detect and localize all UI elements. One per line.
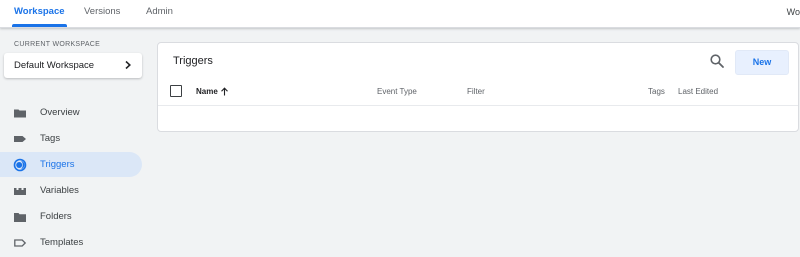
tab-admin[interactable]: Admin	[146, 0, 173, 27]
current-workspace-label: CURRENT WORKSPACE	[14, 41, 101, 48]
column-header-filter[interactable]: Filter	[467, 83, 485, 100]
workspace-selector[interactable]: Default Workspace	[4, 53, 142, 78]
column-header-event-type[interactable]: Event Type	[377, 83, 417, 100]
account-name-truncated[interactable]: Wo	[787, 0, 800, 24]
column-header-last-edited[interactable]: Last Edited	[678, 83, 718, 100]
table-header: Name Event Type Filter Tags Last Edited	[158, 83, 798, 106]
chevron-right-icon	[125, 60, 131, 70]
tab-workspace[interactable]: Workspace	[12, 0, 67, 27]
tab-versions[interactable]: Versions	[84, 0, 120, 27]
sidebar-item-label: Tags	[40, 133, 61, 144]
page-title: Triggers	[173, 55, 213, 67]
column-header-tags[interactable]: Tags	[648, 83, 665, 100]
triggers-panel: Triggers New Name Event Type Filter Tags…	[157, 42, 799, 132]
tag-icon	[14, 136, 26, 142]
arrow-up-icon[interactable]	[220, 87, 229, 96]
variables-icon	[14, 188, 26, 195]
sidebar-item-label: Folders	[40, 211, 72, 222]
sidebar-item-label: Variables	[40, 185, 79, 196]
workspace-name: Default Workspace	[14, 60, 95, 71]
trigger-icon	[13, 158, 27, 172]
template-icon	[14, 239, 27, 247]
select-all-checkbox[interactable]	[170, 85, 182, 97]
new-trigger-button[interactable]: New	[735, 50, 789, 75]
search-icon[interactable]	[709, 53, 725, 69]
top-navigation: Workspace Versions Admin Wo	[0, 0, 800, 28]
sidebar-item-overview[interactable]: Overview	[0, 100, 142, 125]
sidebar-item-label: Templates	[40, 237, 84, 248]
sidebar-item-templates[interactable]: Templates	[0, 230, 142, 255]
sidebar-item-label: Triggers	[40, 159, 75, 170]
folder-icon	[14, 109, 26, 118]
column-header-name[interactable]: Name	[196, 83, 218, 100]
sidebar-item-variables[interactable]: Variables	[0, 178, 142, 203]
sidebar-item-folders[interactable]: Folders	[0, 204, 142, 229]
sidebar-item-tags[interactable]: Tags	[0, 126, 142, 151]
sidebar-item-label: Overview	[40, 107, 80, 118]
folder-icon	[14, 213, 26, 222]
sidebar-item-triggers[interactable]: Triggers	[0, 152, 142, 177]
